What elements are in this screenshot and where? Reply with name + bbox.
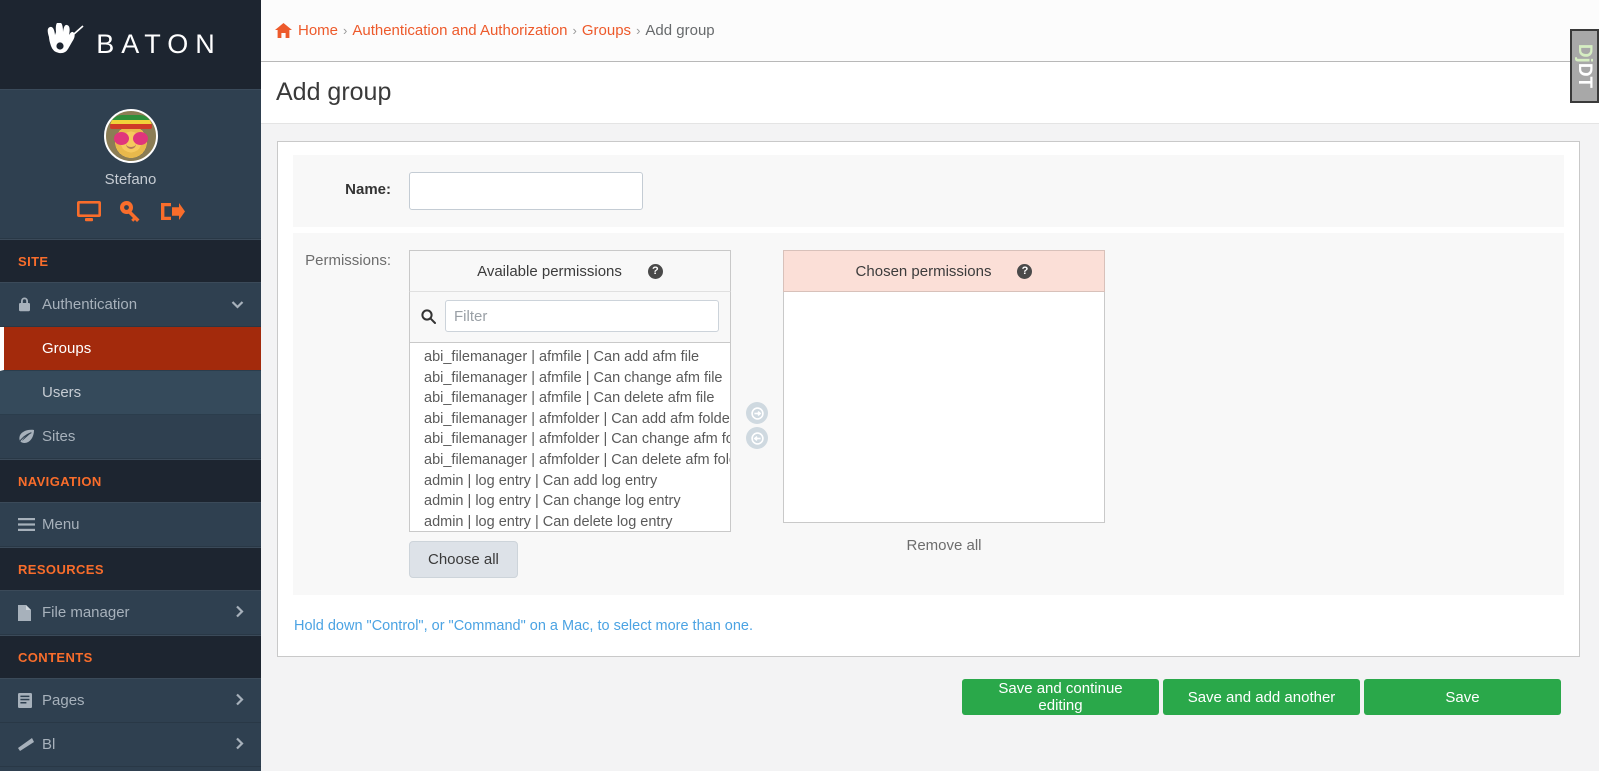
chosen-permissions-list[interactable]	[783, 292, 1105, 523]
lock-icon	[18, 297, 42, 312]
django-debug-toolbar-handle[interactable]: DjDT	[1570, 29, 1599, 103]
sidebar-item-label: Menu	[42, 516, 80, 533]
available-permissions-list[interactable]: abi_filemanager | afmfile | Can add afm …	[409, 343, 731, 532]
djdt-label-dj: Dj	[1574, 43, 1596, 63]
leaf-icon	[18, 429, 42, 444]
sidebar-heading-resources: RESOURCES	[0, 547, 261, 591]
flag-icon	[18, 737, 42, 752]
selector-arrows	[731, 250, 783, 449]
available-filter-input[interactable]	[445, 300, 719, 332]
bars-icon	[18, 518, 42, 531]
save-and-add-another-button[interactable]: Save and add another	[1163, 679, 1360, 715]
breadcrumb-separator: ›	[636, 23, 641, 38]
profile-block: Stefano	[0, 90, 261, 239]
list-item[interactable]: abi_filemanager | afmfile | Can add afm …	[410, 347, 730, 368]
sidebar-item-label: Sites	[42, 428, 76, 445]
list-item[interactable]: admin | log entry | Can change log entry	[410, 491, 730, 512]
sidebar-item-authentication[interactable]: Authentication	[0, 283, 261, 327]
list-item[interactable]: abi_filemanager | afmfile | Can delete a…	[410, 388, 730, 409]
sidebar-heading-navigation: NAVIGATION	[0, 459, 261, 503]
chosen-permissions-box: Chosen permissions ? Remove all	[783, 250, 1105, 554]
breadcrumb-item-home[interactable]: Home	[298, 22, 338, 39]
breadcrumb: Home › Authentication and Authorization …	[261, 0, 1599, 62]
selector-help-text: Hold down "Control", or "Command" on a M…	[294, 618, 754, 634]
list-item[interactable]: abi_filemanager | afmfolder | Can change…	[410, 429, 730, 450]
sidebar-item-pages[interactable]: Pages	[0, 679, 261, 723]
available-filter-row	[409, 292, 731, 343]
remove-all-button[interactable]: Remove all	[783, 537, 1105, 554]
content-area: Name: Permissions: Available permissions…	[261, 124, 1599, 715]
choose-all-button[interactable]: Choose all	[409, 541, 518, 578]
question-circle-icon[interactable]: ?	[1017, 263, 1033, 279]
sidebar-item-label: Authentication	[42, 296, 138, 313]
page-title: Add group	[276, 78, 392, 106]
permissions-label: Permissions:	[305, 252, 391, 269]
sidebar-subitem-label: Users	[42, 384, 82, 401]
save-and-continue-button[interactable]: Save and continue editing	[962, 679, 1159, 715]
sidebar-item-groups[interactable]: Groups	[0, 327, 261, 371]
brand-name: BATON	[96, 29, 222, 59]
chevron-right-icon	[235, 737, 244, 753]
permissions-selector: Available permissions ? Filter abi_filem…	[409, 250, 1105, 578]
sidebar-subitem-label: Groups	[42, 340, 92, 357]
home-icon[interactable]	[275, 23, 292, 38]
breadcrumb-item-groups[interactable]: Groups	[582, 22, 631, 39]
chevron-right-icon	[235, 693, 244, 709]
avatar[interactable]	[103, 109, 158, 163]
monitor-icon[interactable]	[76, 201, 101, 222]
available-permissions-title: Available permissions	[477, 262, 622, 280]
sidebar-item-label: Pages	[42, 692, 85, 709]
name-label: Name:	[345, 181, 391, 198]
main-content: Home › Authentication and Authorization …	[261, 0, 1599, 771]
chevron-down-icon	[231, 298, 244, 312]
list-item[interactable]: abi_filemanager | afmfolder | Can add af…	[410, 409, 730, 430]
page-title-bar: Add group	[261, 62, 1599, 124]
sidebar-item-menu[interactable]: Menu	[0, 503, 261, 547]
form-panel: Name: Permissions: Available permissions…	[277, 141, 1580, 657]
list-item[interactable]: admin | log entry | Can add log entry	[410, 471, 730, 492]
arrow-left-circle-icon[interactable]	[746, 427, 768, 449]
sidebar-item-label: File manager	[42, 604, 130, 621]
arrow-right-circle-icon[interactable]	[746, 402, 768, 424]
form-actions: Save and continue editing Save and add a…	[277, 657, 1580, 715]
breadcrumb-separator: ›	[572, 23, 577, 38]
list-item[interactable]: admin | log entry | Can delete log entry	[410, 512, 730, 531]
name-input[interactable]	[409, 172, 643, 210]
hand-baton-icon	[39, 21, 85, 67]
question-circle-icon[interactable]: ?	[647, 263, 663, 279]
search-icon	[421, 308, 436, 324]
breadcrumb-item-auth[interactable]: Authentication and Authorization	[352, 22, 567, 39]
file-icon	[18, 604, 42, 621]
save-button[interactable]: Save	[1364, 679, 1561, 715]
sign-out-icon[interactable]	[160, 201, 185, 222]
sidebar-item-users[interactable]: Users	[0, 371, 261, 415]
sidebar-item-sites[interactable]: Sites	[0, 415, 261, 459]
list-item[interactable]: abi_filemanager | afmfolder | Can delete…	[410, 450, 730, 471]
breadcrumb-item-current: Add group	[645, 22, 715, 39]
breadcrumb-separator: ›	[343, 23, 348, 38]
chosen-permissions-header: Chosen permissions ?	[783, 250, 1105, 292]
book-icon	[18, 693, 42, 708]
djdt-label-dt: DT	[1574, 62, 1596, 89]
sidebar-item-blog[interactable]: Bl	[0, 723, 261, 767]
chevron-right-icon	[235, 605, 244, 621]
sidebar: BATON Stefano SITE Authentication Groups…	[0, 0, 261, 771]
sidebar-item-file-manager[interactable]: File manager	[0, 591, 261, 635]
available-permissions-header: Available permissions ?	[409, 250, 731, 292]
key-icon[interactable]	[119, 201, 142, 222]
sidebar-item-label: Bl	[42, 736, 56, 753]
list-item[interactable]: abi_filemanager | afmfile | Can change a…	[410, 368, 730, 389]
chosen-permissions-title: Chosen permissions	[855, 262, 992, 280]
brand-header[interactable]: BATON	[0, 0, 261, 90]
sidebar-heading-site: SITE	[0, 239, 261, 283]
sidebar-heading-contents: CONTENTS	[0, 635, 261, 679]
profile-name: Stefano	[104, 171, 157, 188]
available-permissions-box: Available permissions ? Filter abi_filem…	[409, 250, 731, 578]
permissions-row: Permissions: Available permissions ? Fil…	[293, 233, 1564, 595]
name-row: Name:	[293, 155, 1564, 227]
